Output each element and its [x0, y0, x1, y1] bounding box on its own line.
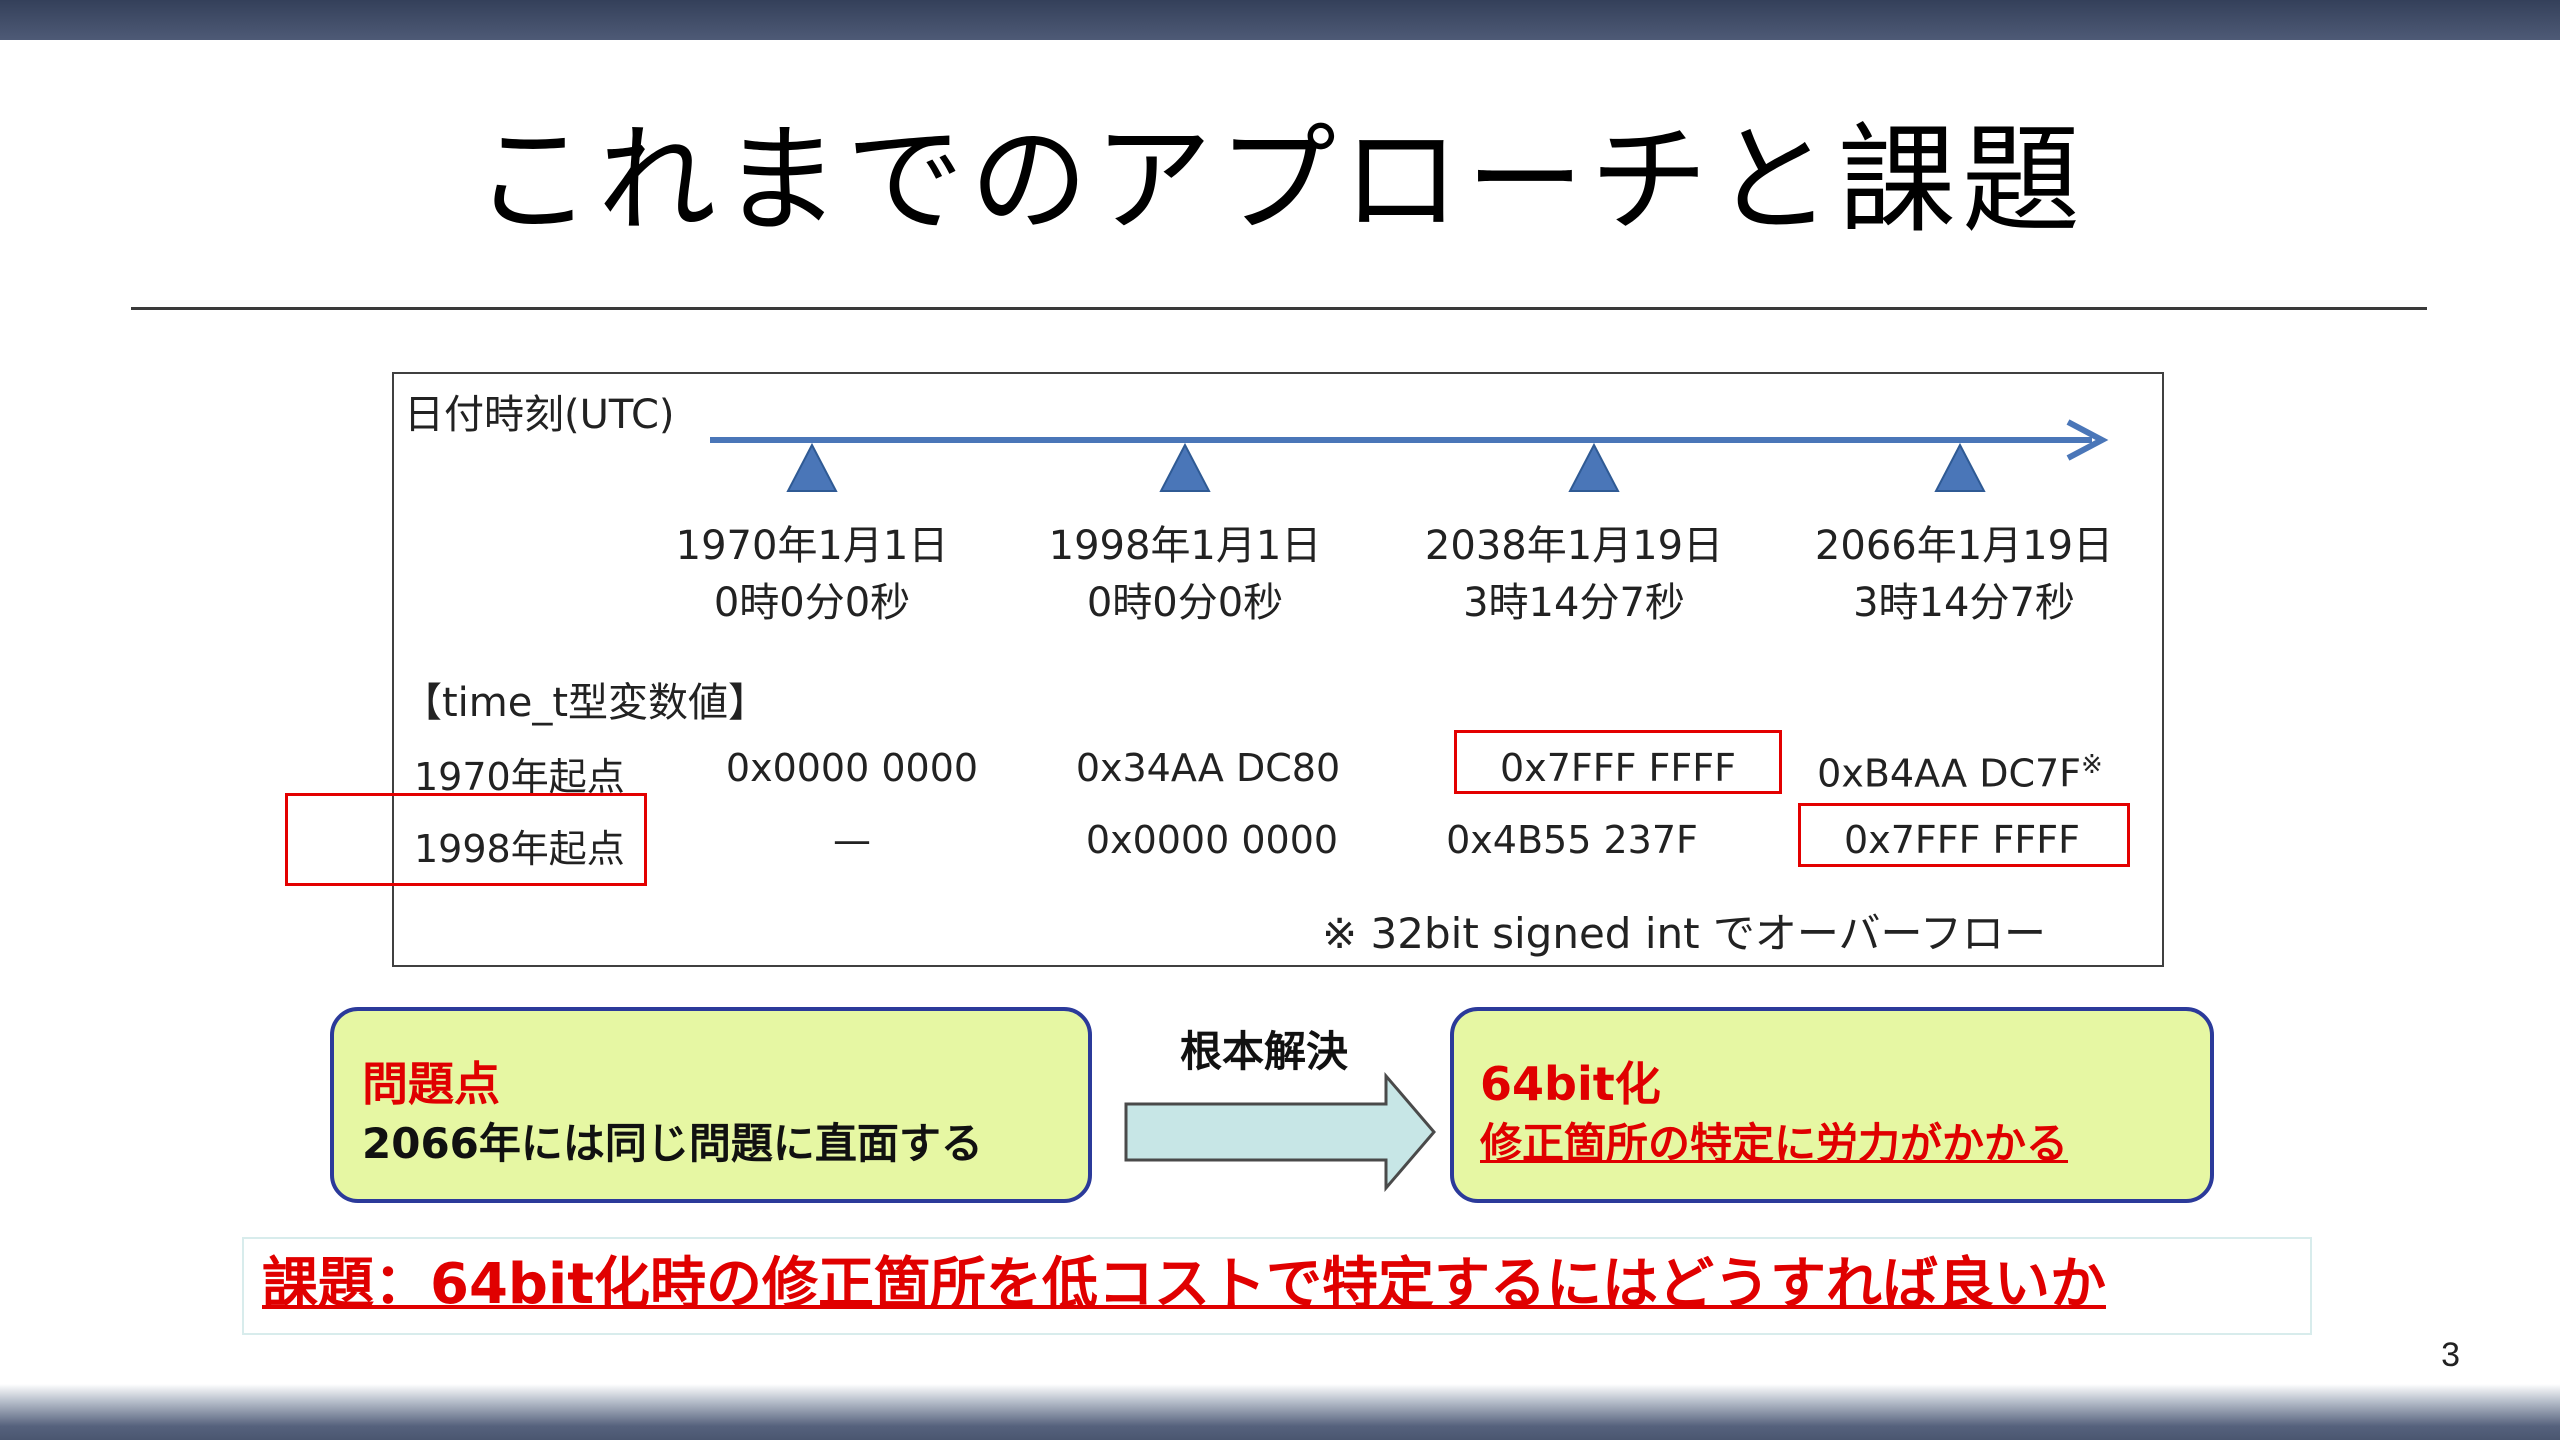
timeline-marker-2038: [1568, 442, 1620, 492]
value-text: 0xB4AA DC7F: [1817, 751, 2082, 796]
timeline-marker-1998: [1159, 442, 1211, 492]
timeline-date-1970: 1970年1月1日 0時0分0秒: [662, 518, 962, 632]
slide-title: これまでのアプローチと課題: [473, 111, 2086, 249]
solution-body: 修正箇所の特定に労力がかかる: [1480, 1119, 2069, 1168]
date-line: 1998年1月1日: [1048, 523, 1322, 569]
timeline-date-2038: 2038年1月19日 3時14分7秒: [1414, 518, 1734, 632]
page-number: 3: [2441, 1336, 2460, 1374]
arrow-label: 根本解決: [1180, 1027, 1349, 1076]
timeline-marker-2066: [1934, 442, 1986, 492]
values-heading: 【time_t型変数値】: [402, 680, 769, 726]
timeline-date-2066: 2066年1月19日 3時14分7秒: [1804, 518, 2124, 632]
value-1970-at-2066: 0xB4AA DC7F※: [1810, 750, 2110, 796]
date-line: 2038年1月19日: [1424, 523, 1724, 569]
value-1970-at-1998: 0x34AA DC80: [1075, 746, 1341, 790]
row-label-highlight: [285, 793, 647, 886]
time-line: 3時14分7秒: [1853, 580, 2075, 626]
bottom-band: [0, 1384, 2560, 1440]
solution-arrow: [1124, 1072, 1436, 1192]
problem-heading: 問題点: [362, 1057, 500, 1111]
value-1998-at-2038: 0x4B55 237F: [1446, 818, 1698, 862]
value-1998-at-1970: —: [833, 818, 871, 862]
value-1970-at-1970: 0x0000 0000: [725, 746, 979, 790]
time-line: 3時14分7秒: [1463, 580, 1685, 626]
overflow-highlight-1970: [1454, 730, 1782, 794]
problem-body: 2066年には同じ問題に直面する: [362, 1119, 983, 1168]
date-line: 1970年1月1日: [675, 523, 949, 569]
timeline-marker-1970: [786, 442, 838, 492]
value-1998-at-1998: 0x0000 0000: [1085, 818, 1339, 862]
top-band: [0, 0, 2560, 40]
timeline-axis: [710, 419, 2109, 492]
title-divider: [131, 307, 2427, 310]
time-line: 0時0分0秒: [713, 580, 911, 626]
time-line: 0時0分0秒: [1086, 580, 1284, 626]
date-line: 2066年1月19日: [1814, 523, 2114, 569]
overflow-footnote: ※ 32bit signed int でオーバーフロー: [1322, 909, 2046, 958]
solution-heading: 64bit化: [1480, 1057, 1661, 1111]
note-mark: ※: [2081, 750, 2103, 780]
overflow-highlight-1998: [1798, 803, 2130, 867]
issue-statement: 課題：64bit化時の修正箇所を低コストで特定するにはどうすれば良いか: [262, 1252, 2106, 1317]
timeline-date-1998: 1998年1月1日 0時0分0秒: [1035, 518, 1335, 632]
